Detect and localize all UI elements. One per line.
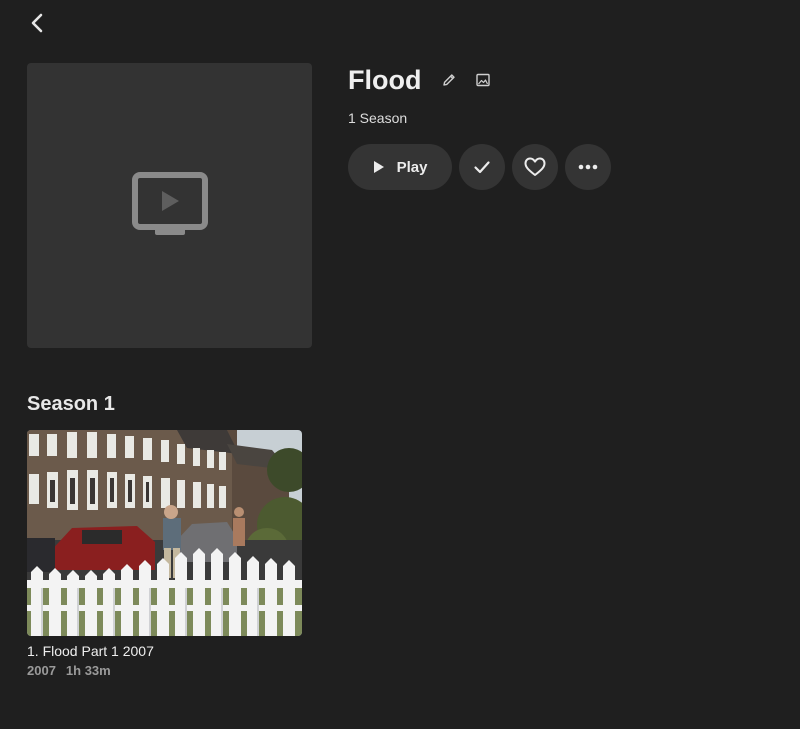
season-title: Season 1 [27, 393, 115, 415]
chevron-left-icon [31, 13, 43, 33]
tv-icon [131, 171, 208, 235]
play-icon [373, 161, 384, 173]
edit-images-button[interactable] [473, 70, 493, 90]
play-button[interactable]: Play [348, 144, 452, 190]
title-row: Flood [348, 64, 493, 96]
edit-button[interactable] [439, 70, 459, 90]
mark-watched-button[interactable] [459, 144, 505, 190]
episode-title[interactable]: 1. Flood Part 1 2007 [27, 643, 302, 659]
more-options-button[interactable] [565, 144, 611, 190]
favorite-button[interactable] [512, 144, 558, 190]
check-icon [474, 161, 490, 174]
action-bar: Play [348, 144, 611, 190]
episode-year: 2007 [27, 663, 56, 678]
more-horizontal-icon [578, 164, 598, 170]
seasons-count: 1 Season [348, 110, 408, 126]
episode-meta: 2007 1h 33m [27, 663, 302, 678]
heart-icon [524, 157, 546, 176]
page: Flood 1 Season Play Season 1 1. Flood Pa… [0, 0, 800, 729]
episode-thumbnail[interactable] [27, 430, 302, 636]
poster-placeholder [27, 63, 312, 348]
pencil-icon [443, 74, 456, 86]
image-icon [476, 73, 491, 87]
episode-card[interactable]: 1. Flood Part 1 2007 2007 1h 33m [27, 430, 302, 678]
play-button-label: Play [396, 158, 428, 176]
episode-runtime: 1h 33m [65, 663, 111, 678]
back-button[interactable] [22, 8, 52, 38]
page-title: Flood [348, 65, 422, 95]
